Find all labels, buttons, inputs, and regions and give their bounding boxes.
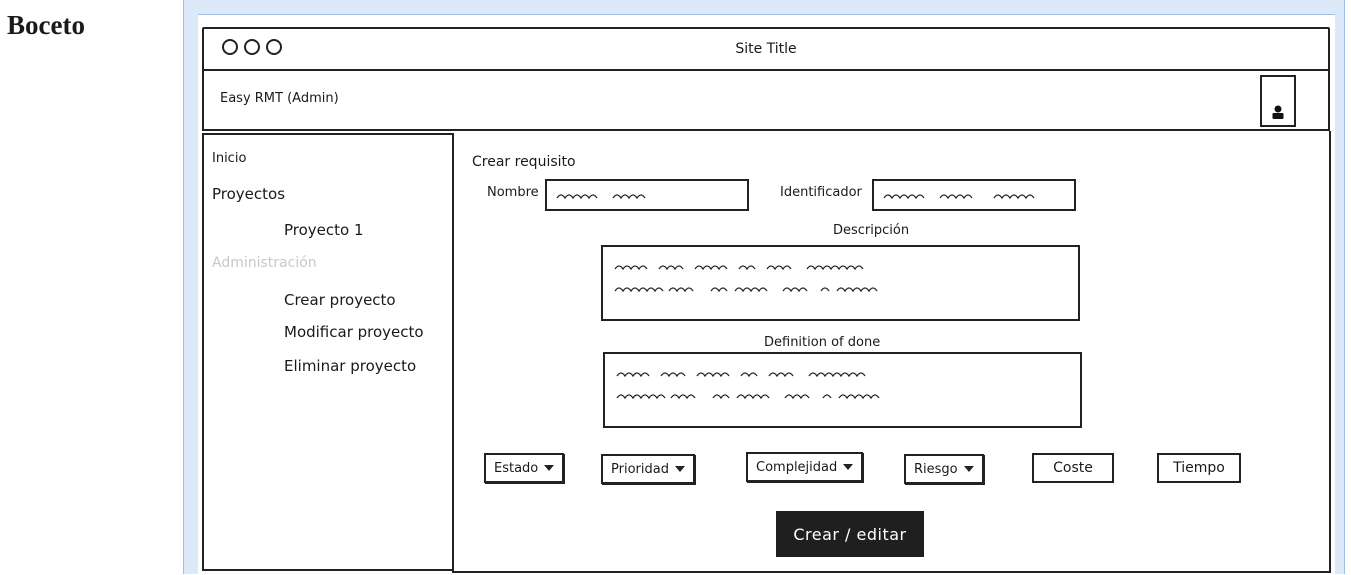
- caret-down-icon: [963, 466, 974, 472]
- sidebar-item-inicio[interactable]: Inicio: [212, 151, 246, 166]
- mockup-container: Site Title Easy RMT (Admin) Inicio Proye…: [183, 0, 1345, 575]
- estado-dropdown[interactable]: Estado: [484, 453, 565, 483]
- app-name: Easy RMT (Admin): [220, 91, 339, 106]
- sidebar-item-modificar-proyecto[interactable]: Modificar proyecto: [284, 323, 424, 341]
- sidebar-item-proyectos[interactable]: Proyectos: [212, 185, 285, 203]
- site-title: Site Title: [735, 41, 797, 57]
- definition-of-done-label: Definition of done: [764, 335, 881, 350]
- user-icon: [1272, 105, 1284, 119]
- caret-down-icon: [544, 465, 555, 471]
- descripcion-textarea[interactable]: [601, 245, 1080, 321]
- complejidad-dropdown[interactable]: Complejidad: [746, 452, 864, 482]
- sidebar-item-crear-proyecto[interactable]: Crear proyecto: [284, 291, 396, 309]
- caret-down-icon: [674, 466, 685, 472]
- placeholder-scribble: [616, 372, 880, 400]
- prioridad-dropdown[interactable]: Prioridad: [601, 454, 695, 484]
- sidebar-item-administracion: Administración: [212, 255, 317, 271]
- coste-button[interactable]: Coste: [1032, 453, 1114, 483]
- mockup-canvas: Site Title Easy RMT (Admin) Inicio Proye…: [198, 14, 1335, 575]
- identificador-input[interactable]: [872, 179, 1076, 211]
- descripcion-label: Descripción: [833, 223, 910, 238]
- dropdown-label: Riesgo: [914, 461, 958, 477]
- app-header: Easy RMT (Admin): [202, 69, 1330, 131]
- placeholder-scribble: [614, 265, 878, 293]
- caret-down-icon: [843, 464, 854, 470]
- crear-editar-button[interactable]: Crear / editar: [776, 511, 924, 557]
- dropdown-label: Estado: [494, 460, 539, 476]
- sidebar-item-proyecto-1[interactable]: Proyecto 1: [284, 221, 364, 239]
- definition-of-done-textarea[interactable]: [603, 352, 1082, 428]
- placeholder-scribble: [556, 194, 646, 200]
- browser-titlebar: Site Title: [202, 27, 1330, 71]
- nombre-input[interactable]: [545, 179, 749, 211]
- user-button[interactable]: [1260, 75, 1296, 127]
- sidebar: Inicio Proyectos Proyecto 1 Administraci…: [202, 133, 454, 571]
- sidebar-item-eliminar-proyecto[interactable]: Eliminar proyecto: [284, 357, 416, 375]
- boceto-label: Boceto: [7, 10, 85, 40]
- nombre-label: Nombre: [487, 185, 539, 200]
- dropdown-label: Prioridad: [611, 461, 669, 477]
- placeholder-scribble: [883, 194, 1035, 200]
- identificador-label: Identificador: [780, 185, 862, 200]
- riesgo-dropdown[interactable]: Riesgo: [904, 454, 984, 484]
- dropdown-label: Complejidad: [756, 459, 838, 475]
- form-heading: Crear requisito: [472, 154, 576, 170]
- tiempo-button[interactable]: Tiempo: [1157, 453, 1241, 483]
